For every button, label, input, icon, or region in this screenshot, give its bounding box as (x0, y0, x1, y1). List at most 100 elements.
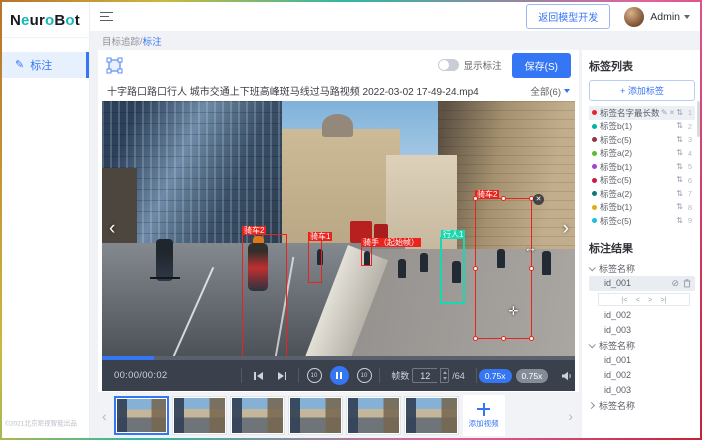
volume-icon[interactable] (561, 370, 573, 382)
resize-handle[interactable] (473, 266, 478, 271)
skip-forward-10-icon[interactable]: 10 (357, 368, 372, 383)
label-hotkey: 6 (686, 176, 692, 185)
frame-pager: |< < > >| (598, 293, 690, 306)
resize-handle[interactable] (501, 336, 506, 341)
label-row[interactable]: 标签c(5) ⇅ 3 (589, 133, 695, 147)
result-item-selected[interactable]: id_001 ⊘ (589, 276, 695, 291)
label-list-title: 标签列表 (589, 58, 695, 74)
label-color-dot (592, 205, 597, 210)
result-item[interactable]: id_002 (589, 308, 695, 323)
logo-segment: t (75, 12, 80, 29)
thumbs-scroll-right-arrow[interactable]: › (564, 408, 577, 424)
resize-handle[interactable] (473, 336, 478, 341)
resize-cursor-icon: ↔ (524, 240, 537, 255)
move-cursor-icon: ✛ (507, 305, 520, 318)
speed-button-active[interactable]: 0.75x (479, 369, 512, 383)
hide-box-icon[interactable]: ⊘ (671, 276, 679, 291)
breadcrumb-root[interactable]: 目标追踪 (102, 34, 140, 48)
sort-icon[interactable]: ⇅ (676, 149, 683, 157)
user-name: Admin (650, 11, 680, 23)
frame-stepper[interactable] (440, 368, 449, 383)
sort-icon[interactable]: ⇅ (676, 217, 683, 225)
bbox-label: 骑车2 (475, 190, 499, 199)
video-thumbnail-selected[interactable] (114, 396, 169, 435)
label-row[interactable]: 标签c(5) ⇅ 6 (589, 174, 695, 188)
sort-icon[interactable]: ⇅ (676, 136, 683, 144)
prev-frame-button[interactable] (254, 372, 263, 380)
sort-icon[interactable]: ⇅ (676, 163, 683, 171)
label-row[interactable]: 标签c(5) ⇅ 9 (589, 214, 695, 228)
bbox-pedestrian-1[interactable]: 行人1 (440, 237, 465, 304)
save-button[interactable]: 保存(S) (512, 53, 571, 78)
label-row[interactable]: 标签b(1) ⇅ 8 (589, 201, 695, 215)
user-menu[interactable]: Admin (650, 11, 690, 23)
label-color-dot (592, 178, 597, 183)
resize-handle[interactable] (529, 266, 534, 271)
label-row[interactable]: 标签b(1) ⇅ 5 (589, 160, 695, 174)
sidebar: NeuroBot ✎ 标注 ©2021北京矩视智能出品 (2, 2, 90, 438)
skip-forward-value: 10 (361, 373, 368, 379)
avatar[interactable] (624, 7, 644, 27)
sort-icon[interactable]: ⇅ (676, 122, 683, 130)
delete-box-icon[interactable]: ✕ (533, 194, 544, 205)
bbox-rider-startframe[interactable]: 骑手（起始帧） (361, 246, 372, 266)
bbox-cyclist-2[interactable]: 骑车2 (242, 234, 287, 360)
frame-number-input[interactable]: 12 (412, 368, 437, 383)
resize-handle[interactable] (529, 336, 534, 341)
result-group[interactable]: 标签名称 (589, 338, 695, 353)
group-name: 标签名称 (599, 339, 635, 352)
skip-back-10-icon[interactable]: 10 (307, 368, 322, 383)
pause-button[interactable] (330, 366, 349, 385)
edit-label-icon[interactable]: ✎ (661, 109, 668, 117)
chevron-down-icon (589, 341, 596, 348)
bbox-cyclist-2-selected[interactable]: 骑车2 ✕ (475, 198, 532, 339)
speed-button[interactable]: 0.75x (516, 369, 549, 383)
trash-icon[interactable] (683, 279, 691, 288)
pager-next[interactable]: > (648, 295, 652, 304)
pager-prev[interactable]: < (636, 295, 640, 304)
resize-handle[interactable] (473, 196, 478, 201)
result-item[interactable]: id_001 (589, 353, 695, 368)
sort-icon[interactable]: ⇅ (676, 190, 683, 198)
video-thumbnail[interactable] (404, 396, 459, 435)
bbox-cyclist-1[interactable]: 骑车1 (308, 240, 322, 283)
next-frame-arrow[interactable]: › (563, 219, 569, 238)
logo-segment: o (45, 12, 54, 29)
sort-icon[interactable]: ⇅ (676, 176, 683, 184)
video-thumbnail[interactable] (288, 396, 343, 435)
back-to-model-dev-button[interactable]: 返回模型开发 (526, 4, 610, 29)
pager-last[interactable]: >| (660, 295, 666, 304)
pager-first[interactable]: |< (621, 295, 627, 304)
prev-frame-arrow[interactable]: ‹ (109, 219, 115, 238)
resize-handle[interactable] (501, 196, 506, 201)
sidebar-item-annotate[interactable]: ✎ 标注 (2, 52, 89, 78)
filter-dropdown[interactable]: 全部(6) (530, 84, 570, 98)
video-canvas[interactable]: 骑车2 骑车1 骑手（起始帧） 行人1 骑车2 ✕ (102, 101, 575, 360)
result-item[interactable]: id_002 (589, 368, 695, 383)
result-item[interactable]: id_003 (589, 383, 695, 398)
add-label-button[interactable]: + 添加标签 (589, 80, 695, 101)
show-annotation-toggle[interactable] (438, 59, 459, 71)
result-group[interactable]: 标签名称 (589, 261, 695, 276)
show-annotation-label: 显示标注 (464, 58, 502, 72)
thumbs-scroll-left-arrow[interactable]: ‹ (98, 408, 111, 424)
result-group-collapsed[interactable]: 标签名称 (589, 398, 695, 413)
label-row[interactable]: 标签名字最长数... ✎ × ⇅ 1 (589, 106, 695, 120)
delete-label-icon[interactable]: × (670, 109, 675, 117)
video-thumbnail[interactable] (172, 396, 227, 435)
label-row[interactable]: 标签a(2) ⇅ 4 (589, 147, 695, 161)
video-thumbnail[interactable] (346, 396, 401, 435)
app-logo: NeuroBot (2, 2, 89, 38)
sort-icon[interactable]: ⇅ (676, 109, 683, 117)
collapse-menu-icon[interactable] (100, 12, 113, 22)
add-video-button[interactable]: 添加视频 (463, 395, 505, 436)
sort-icon[interactable]: ⇅ (676, 203, 683, 211)
label-list-scrollbar[interactable] (697, 101, 700, 137)
result-item[interactable]: id_003 (589, 323, 695, 338)
label-row[interactable]: 标签a(2) ⇅ 7 (589, 187, 695, 201)
label-row[interactable]: 标签b(1) ⇅ 2 (589, 120, 695, 134)
video-thumbnail[interactable] (230, 396, 285, 435)
rect-select-tool-icon[interactable] (106, 57, 123, 74)
next-frame-button[interactable] (278, 372, 287, 380)
result-id: id_001 (604, 276, 667, 291)
